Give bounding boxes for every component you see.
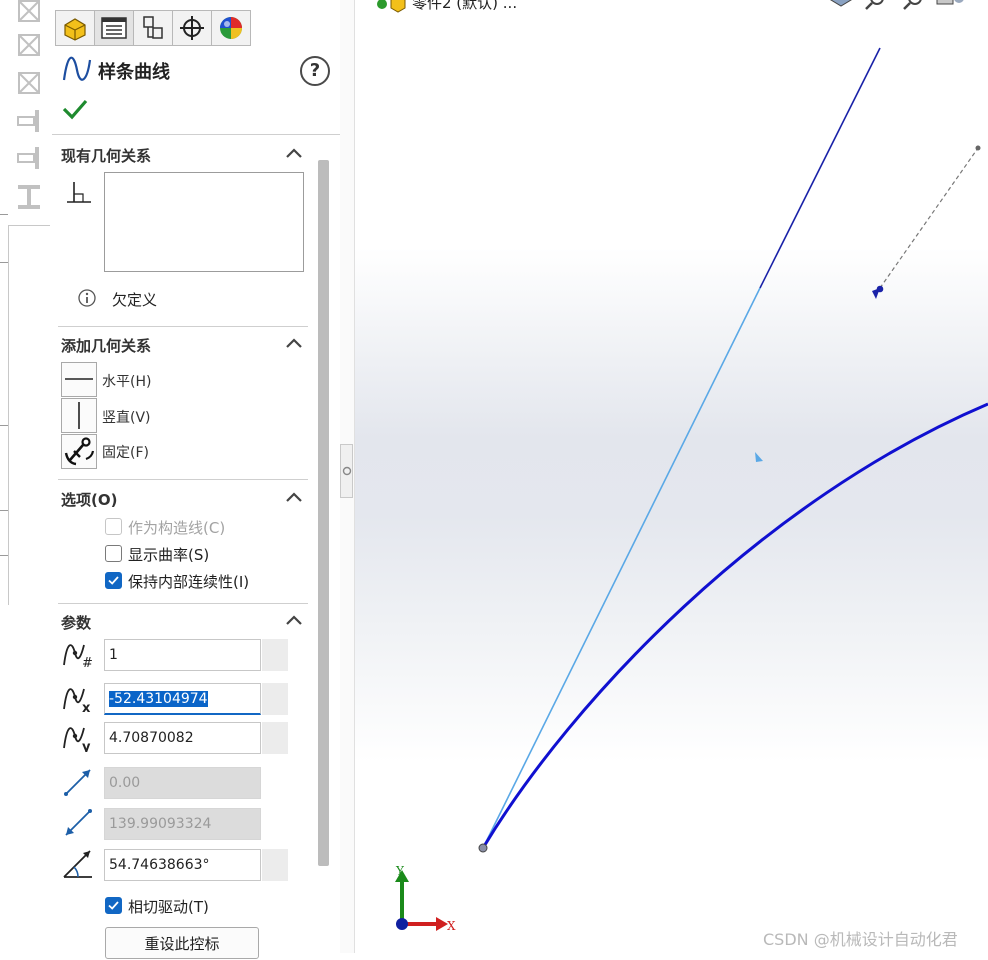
show-curvature-checkbox[interactable]	[105, 545, 122, 562]
dimxpert-manager-tab-icon	[180, 16, 204, 40]
options-title: 选项(O)	[61, 491, 118, 509]
ok-checkmark-button[interactable]	[62, 96, 88, 122]
construction-checkbox[interactable]	[105, 518, 122, 535]
triad-axes: Y X	[395, 864, 456, 933]
handle-endpoint[interactable]	[876, 285, 884, 293]
handle-arrow-mid[interactable]	[755, 452, 763, 462]
watermark: CSDN @机械设计自动化君	[763, 930, 958, 949]
sketch-entity-icon[interactable]	[16, 70, 42, 96]
relations-icon	[67, 182, 91, 203]
triad-y-label: Y	[395, 864, 405, 878]
sketch-entity-icon[interactable]	[16, 0, 42, 24]
graphics-area[interactable]: 零件2 (默认) ... Y X CSDN @机械设计自动化君	[342, 0, 988, 953]
property-manager-tab-icon	[101, 17, 127, 39]
handle-extension-point[interactable]	[975, 145, 981, 151]
vertical-relation-button[interactable]	[61, 398, 97, 433]
collapse-chevron-icon[interactable]	[285, 147, 303, 159]
show-curvature-label: 显示曲率(S)	[128, 546, 210, 564]
sketch-entity-icon[interactable]	[16, 32, 42, 58]
display-manager-tab[interactable]	[211, 10, 251, 46]
collapse-chevron-icon[interactable]	[285, 491, 303, 503]
panel-header: 样条曲线 ?	[62, 56, 332, 86]
panel-splitter[interactable]	[340, 0, 355, 953]
svg-text:y: y	[82, 740, 91, 752]
existing-relations-title: 现有几何关系	[61, 147, 152, 165]
spline-point-x-icon: x	[63, 688, 91, 713]
display-manager-tab-icon	[220, 17, 242, 39]
vertical-relation-icon	[78, 402, 80, 429]
collapse-chevron-icon[interactable]	[285, 614, 303, 626]
checkmark-icon	[108, 901, 119, 910]
fix-anchor-icon	[64, 437, 95, 466]
divider	[58, 603, 308, 604]
point-number-spinner[interactable]	[262, 639, 288, 671]
i-beam-icon[interactable]	[16, 184, 42, 210]
tangent-angle-spinner[interactable]	[262, 849, 288, 881]
svg-text:x: x	[82, 701, 91, 713]
configuration-manager-tab[interactable]	[133, 10, 172, 46]
spline-icon	[62, 56, 92, 81]
sketch-toolbar-strip	[0, 0, 52, 953]
splitter-handle[interactable]	[340, 444, 353, 498]
feature-manager-tab[interactable]	[55, 10, 94, 46]
tangent-driving-label: 相切驱动(T)	[128, 898, 209, 916]
tangent-angle-field[interactable]: 54.74638663°	[104, 849, 261, 881]
fix-relation-button[interactable]	[61, 434, 97, 469]
dimxpert-manager-tab[interactable]	[172, 10, 211, 46]
horizontal-relation-label: 水平(H)	[102, 374, 152, 390]
spline-curve[interactable]	[481, 402, 988, 849]
tangent-weight-2-field: 139.99093324	[104, 808, 261, 840]
point-x-spinner[interactable]	[262, 683, 288, 715]
tangent-weight-1-field: 0.00	[104, 767, 261, 799]
info-icon	[78, 289, 96, 307]
parameters-title: 参数	[61, 614, 92, 632]
point-y-spinner[interactable]	[262, 722, 288, 754]
internal-continuity-label: 保持内部连续性(I)	[128, 573, 250, 591]
panel-title: 样条曲线	[98, 62, 170, 83]
manager-tabs	[55, 10, 251, 46]
grip-icon	[342, 466, 352, 476]
beam-icon[interactable]	[16, 108, 42, 134]
tangent-weight-1-icon	[64, 769, 91, 796]
existing-relations-list[interactable]	[104, 172, 304, 272]
divider	[58, 479, 308, 480]
fix-relation-label: 固定(F)	[102, 445, 149, 461]
svg-text:#: #	[82, 656, 93, 669]
help-button[interactable]: ?	[300, 56, 330, 86]
tangent-handle-extension	[879, 147, 979, 289]
point-x-value: -52.43104974	[109, 691, 208, 707]
tangent-handle-line[interactable]	[482, 287, 761, 849]
spline-point-number-icon: #	[63, 644, 93, 669]
tangent-angle-icon	[63, 850, 92, 878]
add-relations-title: 添加几何关系	[61, 337, 152, 355]
point-y-field[interactable]: 4.70870082	[104, 722, 261, 754]
property-manager-tab[interactable]	[94, 10, 133, 46]
property-manager-panel: 样条曲线 ? 现有几何关系 欠定义 添加几何关系 水平(H) 竖直(V) 固定(…	[52, 0, 341, 959]
tangent-weight-2-icon	[65, 809, 92, 836]
spline-start-point[interactable]	[478, 843, 488, 853]
definition-status: 欠定义	[112, 291, 158, 309]
configuration-manager-tab-icon	[143, 16, 163, 39]
triad-x-label: X	[447, 919, 456, 933]
horizontal-relation-icon	[65, 378, 93, 380]
beam-icon[interactable]	[16, 145, 42, 171]
checkmark-icon	[108, 576, 119, 585]
point-number-field[interactable]: 1	[104, 639, 261, 671]
sketch-canvas[interactable]	[342, 0, 988, 953]
reset-handle-button[interactable]: 重设此控标	[105, 927, 259, 959]
divider	[52, 134, 340, 135]
collapse-chevron-icon[interactable]	[285, 337, 303, 349]
vertical-relation-label: 竖直(V)	[102, 410, 151, 426]
spline-point-y-icon: y	[63, 727, 91, 752]
point-x-field[interactable]: -52.43104974	[104, 683, 261, 715]
divider	[58, 326, 308, 327]
panel-scrollbar[interactable]	[318, 160, 329, 866]
internal-continuity-checkbox[interactable]	[105, 572, 122, 589]
feature-manager-tab-icon	[64, 18, 86, 41]
tangent-handle-segment[interactable]	[759, 47, 881, 289]
tangent-driving-checkbox[interactable]	[105, 897, 122, 914]
horizontal-relation-button[interactable]	[61, 362, 97, 397]
construction-label: 作为构造线(C)	[128, 519, 226, 537]
